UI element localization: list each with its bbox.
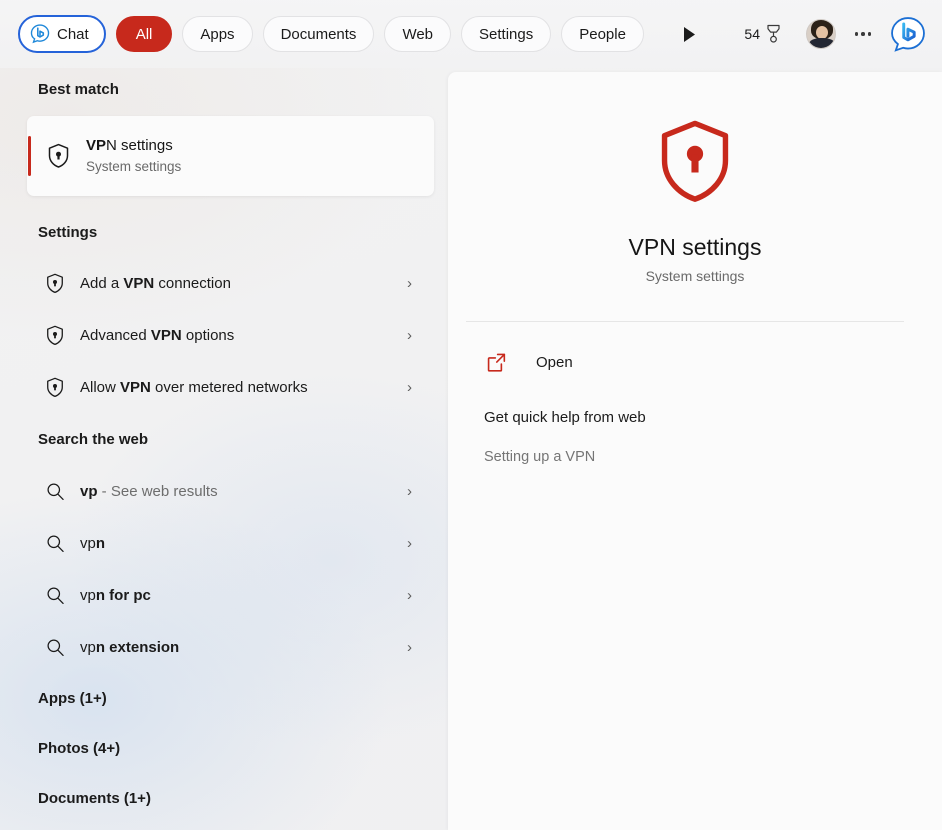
settings-result-add-vpn-connection[interactable]: Add a VPN connection ›: [0, 257, 448, 309]
result-groups: Apps (1+) Photos (4+) Documents (1+): [0, 673, 448, 823]
bing-chat-icon: [29, 23, 51, 45]
settings-result-label: Add a VPN connection: [80, 275, 407, 292]
result-group-apps[interactable]: Apps (1+): [0, 673, 448, 723]
topbar-right-cluster: 54: [672, 14, 928, 54]
chat-tab[interactable]: Chat: [18, 15, 106, 53]
filter-tab-web[interactable]: Web: [384, 16, 452, 52]
avatar-body: [809, 38, 835, 48]
chevron-right-icon[interactable]: ›: [407, 327, 412, 344]
open-action-button[interactable]: Open: [466, 339, 942, 385]
selection-accent-bar: [28, 136, 31, 176]
label-post: n for pc: [95, 586, 151, 604]
label-bold: vp: [80, 482, 98, 500]
open-external-icon: [482, 348, 510, 376]
search-results-list: Best match VPN settings System settings …: [0, 68, 448, 830]
label-bold: vp: [80, 534, 96, 552]
search-icon: [44, 584, 66, 606]
shield-lock-icon: [448, 114, 942, 210]
chevron-right-icon[interactable]: ›: [407, 587, 412, 604]
filter-tab-documents[interactable]: Documents: [262, 16, 375, 52]
result-group-documents[interactable]: Documents (1+): [0, 773, 448, 823]
ellipsis-dot: [861, 32, 865, 36]
best-match-title: VPN settings: [86, 136, 181, 156]
label-bold: vp: [80, 586, 96, 604]
result-group-photos[interactable]: Photos (4+): [0, 723, 448, 773]
filter-tab-apps[interactable]: Apps: [182, 16, 253, 52]
label-bold: vp: [80, 638, 96, 656]
best-match-result[interactable]: VPN settings System settings: [27, 116, 434, 196]
label-dim: - See web results: [97, 482, 218, 500]
best-match-subtitle: System settings: [86, 159, 182, 174]
preview-title: VPN settings: [628, 234, 762, 260]
chevron-right-icon[interactable]: ›: [407, 535, 412, 552]
ellipsis-dot: [854, 32, 859, 36]
best-match-heading: Best match: [38, 81, 119, 98]
label-bold: VPN: [123, 274, 155, 292]
settings-result-advanced-vpn-options[interactable]: Advanced VPN options ›: [0, 309, 448, 361]
rewards-points-value: 54: [744, 26, 760, 42]
label-pre: Allow: [80, 378, 121, 396]
ellipsis-dot: [867, 32, 872, 36]
filter-tab-all[interactable]: All: [115, 16, 173, 52]
label-post: options: [181, 326, 235, 344]
user-avatar[interactable]: [806, 19, 836, 49]
filter-tab-people[interactable]: People: [561, 16, 644, 52]
label-bold: VPN: [120, 378, 151, 396]
settings-result-label: Advanced VPN options: [80, 327, 407, 344]
search-icon: [44, 480, 66, 502]
web-results-group: vp - See web results › vpn › vpn for pc: [0, 465, 448, 673]
shield-lock-icon: [44, 142, 72, 170]
chevron-right-icon[interactable]: ›: [407, 275, 412, 292]
web-suggestion-label: vp - See web results: [80, 483, 407, 500]
play-arrow-icon[interactable]: [672, 17, 706, 51]
open-action-label: Open: [536, 353, 573, 371]
preview-divider: [466, 321, 904, 322]
label-post: n extension: [95, 638, 180, 656]
quick-help-heading: Get quick help from web: [484, 409, 646, 426]
label-post: over metered networks: [150, 378, 308, 396]
web-suggestion-label: vpn: [80, 535, 407, 552]
web-suggestion-see-web-results[interactable]: vp - See web results ›: [0, 465, 448, 517]
best-match-text: VPN settings System settings: [86, 136, 181, 176]
preview-subtitle: System settings: [645, 268, 745, 284]
rewards-medal-icon: [765, 24, 782, 44]
chevron-right-icon[interactable]: ›: [407, 639, 412, 656]
web-suggestion-vpn[interactable]: vpn ›: [0, 517, 448, 569]
search-the-web-heading: Search the web: [38, 431, 149, 448]
label-post: n: [95, 534, 106, 552]
rewards-points[interactable]: 54: [744, 24, 782, 44]
settings-heading: Settings: [38, 224, 98, 241]
shield-lock-icon: [44, 272, 66, 294]
web-suggestion-vpn-extension[interactable]: vpn extension ›: [0, 621, 448, 673]
chevron-right-icon[interactable]: ›: [407, 483, 412, 500]
web-suggestion-label: vpn extension: [80, 639, 407, 656]
bing-logo-icon[interactable]: [888, 14, 928, 54]
web-suggestion-label: vpn for pc: [80, 587, 407, 604]
shield-lock-icon: [44, 324, 66, 346]
filter-tab-settings[interactable]: Settings: [461, 16, 552, 52]
best-match-title-bold: VP: [86, 137, 107, 154]
label-bold: VPN: [150, 326, 182, 344]
quick-help-link-setting-up-a-vpn[interactable]: Setting up a VPN: [484, 449, 942, 465]
settings-results-group: Add a VPN connection › Advanced VPN opti…: [0, 257, 448, 413]
chat-tab-label: Chat: [57, 25, 89, 43]
chevron-right-icon[interactable]: ›: [407, 379, 412, 396]
ellipsis-icon[interactable]: [846, 19, 880, 49]
label-pre: Advanced: [80, 326, 151, 344]
settings-result-label: Allow VPN over metered networks: [80, 379, 407, 396]
shield-lock-icon: [44, 376, 66, 398]
label-post: connection: [154, 274, 231, 292]
search-filter-bar: Chat All Apps Documents Web Settings Peo…: [0, 0, 942, 68]
label-pre: Add a: [80, 274, 124, 292]
search-icon: [44, 636, 66, 658]
search-icon: [44, 532, 66, 554]
web-suggestion-vpn-for-pc[interactable]: vpn for pc ›: [0, 569, 448, 621]
settings-result-allow-vpn-metered[interactable]: Allow VPN over metered networks ›: [0, 361, 448, 413]
preview-hero: VPN settings System settings: [448, 72, 942, 284]
best-match-title-rest: N settings: [106, 137, 173, 154]
preview-pane: VPN settings System settings Open Get qu…: [448, 72, 942, 830]
filter-pill-scroller[interactable]: Chat All Apps Documents Web Settings Peo…: [18, 15, 652, 53]
